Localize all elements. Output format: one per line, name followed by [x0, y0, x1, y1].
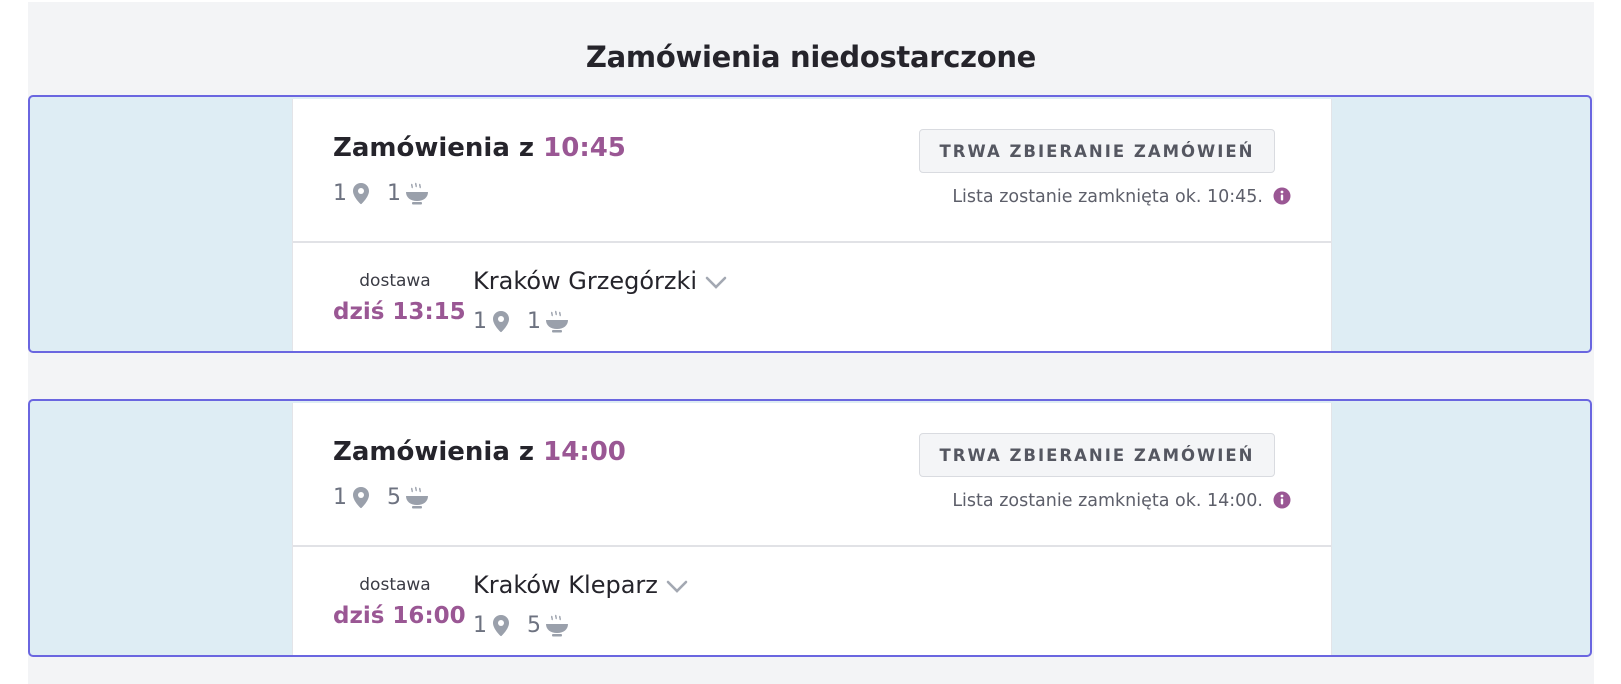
batch-title: Zamówienia z 14:00	[333, 437, 626, 467]
delivery-row: dostawa dziś 16:00 Kraków Kleparz 1 5	[293, 547, 1331, 655]
meals-count: 5	[527, 613, 541, 638]
meals-count: 1	[527, 309, 541, 334]
order-batch: Zamówienia z 14:00 1 5 TRWA ZBIERANIE ZA…	[28, 399, 1592, 657]
page: Zamówienia niedostarczone Zamówienia z 1…	[28, 2, 1594, 684]
batch-time: 14:00	[543, 437, 626, 467]
page-title: Zamówienia niedostarczone	[585, 40, 1037, 74]
batch-title-prefix: Zamówienia z	[333, 437, 535, 467]
batch-title-prefix: Zamówienia z	[333, 133, 535, 163]
bowl-icon	[546, 614, 568, 636]
locations-count: 1	[473, 613, 487, 638]
batch-card: Zamówienia z 10:45 1 1 TRWA ZBIERANIE ZA…	[292, 99, 1332, 351]
meals-count: 1	[387, 181, 401, 206]
batch-time: 10:45	[543, 133, 626, 163]
delivery-location-toggle[interactable]: Kraków Grzegórzki	[473, 267, 727, 295]
batch-counts: 1 5	[333, 485, 429, 510]
bowl-icon	[546, 310, 568, 332]
delivery-time: dziś 13:15	[333, 299, 466, 325]
delivery-counts: 1 5	[473, 613, 569, 638]
order-batch: Zamówienia z 10:45 1 1 TRWA ZBIERANIE ZA…	[28, 95, 1592, 353]
delivery-time: dziś 16:00	[333, 603, 466, 629]
bowl-icon	[406, 486, 428, 508]
locations-count: 1	[473, 309, 487, 334]
chevron-down-icon	[705, 276, 727, 289]
delivery-label: dostawa	[359, 271, 431, 291]
info-icon[interactable]	[1273, 187, 1291, 205]
bowl-icon	[406, 182, 428, 204]
chevron-down-icon	[666, 580, 688, 593]
pin-icon	[493, 614, 509, 636]
batch-header: Zamówienia z 14:00 1 5 TRWA ZBIERANIE ZA…	[293, 403, 1331, 547]
delivery-label: dostawa	[359, 575, 431, 595]
batch-card: Zamówienia z 14:00 1 5 TRWA ZBIERANIE ZA…	[292, 403, 1332, 655]
delivery-location-toggle[interactable]: Kraków Kleparz	[473, 571, 688, 599]
batch-header: Zamówienia z 10:45 1 1 TRWA ZBIERANIE ZA…	[293, 99, 1331, 243]
close-note: Lista zostanie zamknięta ok. 10:45.	[952, 187, 1263, 207]
delivery-counts: 1 1	[473, 309, 569, 334]
locations-count: 1	[333, 485, 347, 510]
close-note: Lista zostanie zamknięta ok. 14:00.	[952, 491, 1263, 511]
locations-count: 1	[333, 181, 347, 206]
pin-icon	[353, 486, 369, 508]
collecting-status-button[interactable]: TRWA ZBIERANIE ZAMÓWIEŃ	[919, 129, 1275, 173]
delivery-row: dostawa dziś 13:15 Kraków Grzegórzki 1 1	[293, 243, 1331, 351]
batch-counts: 1 1	[333, 181, 429, 206]
collecting-status-button[interactable]: TRWA ZBIERANIE ZAMÓWIEŃ	[919, 433, 1275, 477]
delivery-location: Kraków Grzegórzki	[473, 267, 698, 295]
info-icon[interactable]	[1273, 491, 1291, 509]
delivery-location: Kraków Kleparz	[473, 571, 658, 599]
batch-title: Zamówienia z 10:45	[333, 133, 626, 163]
pin-icon	[493, 310, 509, 332]
pin-icon	[353, 182, 369, 204]
meals-count: 5	[387, 485, 401, 510]
